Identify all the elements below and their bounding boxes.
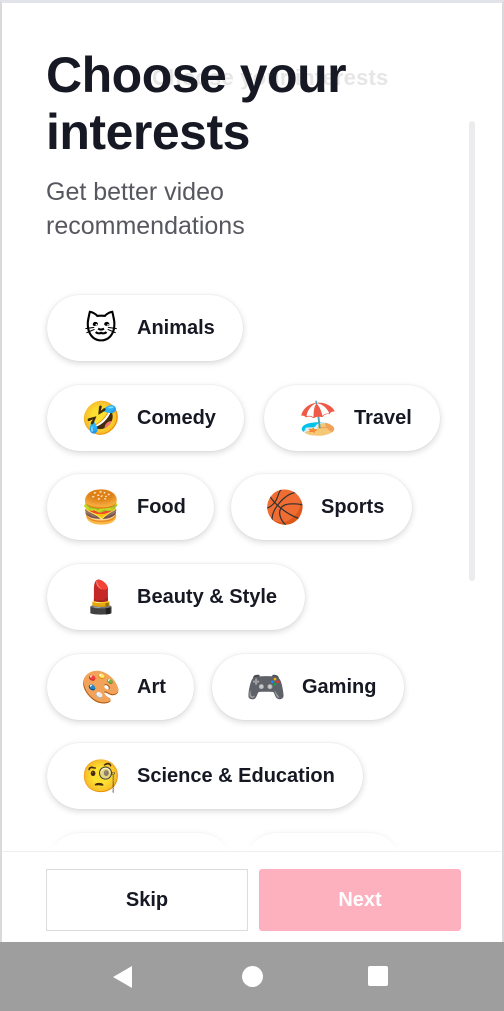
interest-chip-beauty-style[interactable]: 💄 Beauty & Style xyxy=(47,564,306,630)
interests-scroll-area[interactable]: Choose your interests Choose your intere… xyxy=(2,3,502,851)
cat-face-icon: 🐱 xyxy=(84,309,118,347)
interest-chip-science-education[interactable]: 🧐 Science & Education xyxy=(47,743,363,809)
basketball-icon: 🏀 xyxy=(265,488,305,526)
interest-chip-food[interactable]: 🍔 Food xyxy=(47,474,214,540)
interest-label: Art xyxy=(137,675,166,698)
interest-chip-gaming[interactable]: 🎮 Gaming xyxy=(212,654,405,720)
hamburger-icon: 🍔 xyxy=(81,488,121,526)
interest-chip-comedy[interactable]: 🤣 Comedy xyxy=(47,385,244,451)
interest-label: Beauty & Style xyxy=(137,585,278,608)
footer-bar: Skip Next xyxy=(2,851,502,945)
system-navigation-bar xyxy=(0,942,504,1011)
monocle-face-icon: 🧐 xyxy=(81,757,121,795)
palette-icon: 🎨 xyxy=(81,668,121,706)
app-screen: Choose your interests Choose your intere… xyxy=(0,0,504,1011)
page-subtitle: Get better video recommendations xyxy=(46,178,245,240)
home-circle-icon[interactable] xyxy=(242,966,263,987)
scrollbar[interactable] xyxy=(469,121,475,581)
page-title: Choose your interests xyxy=(46,47,347,160)
skip-button[interactable]: Skip xyxy=(46,869,248,931)
interest-chip-art[interactable]: 🎨 Art xyxy=(47,654,194,720)
back-triangle-icon[interactable] xyxy=(113,966,132,988)
next-button[interactable]: Next xyxy=(259,869,461,931)
scroll-fade xyxy=(2,823,502,851)
interest-chip-travel[interactable]: 🏖️ Travel xyxy=(264,385,440,451)
interest-label: Comedy xyxy=(137,406,216,429)
interest-label: Travel xyxy=(354,406,412,429)
interest-label: Animals xyxy=(137,316,215,339)
interest-chip-sports[interactable]: 🏀 Sports xyxy=(231,474,413,540)
beach-umbrella-icon: 🏖️ xyxy=(298,399,338,437)
interest-label: Gaming xyxy=(302,675,377,698)
interest-label: Science & Education xyxy=(137,764,335,787)
recents-square-icon[interactable] xyxy=(368,966,388,986)
laughing-face-icon: 🤣 xyxy=(81,399,121,437)
interest-label: Sports xyxy=(321,495,385,518)
lipstick-icon: 💄 xyxy=(81,578,121,616)
game-controller-icon: 🎮 xyxy=(246,668,286,706)
interest-chip-animals[interactable]: 🐱 Animals xyxy=(47,295,243,361)
interest-label: Food xyxy=(137,495,186,518)
